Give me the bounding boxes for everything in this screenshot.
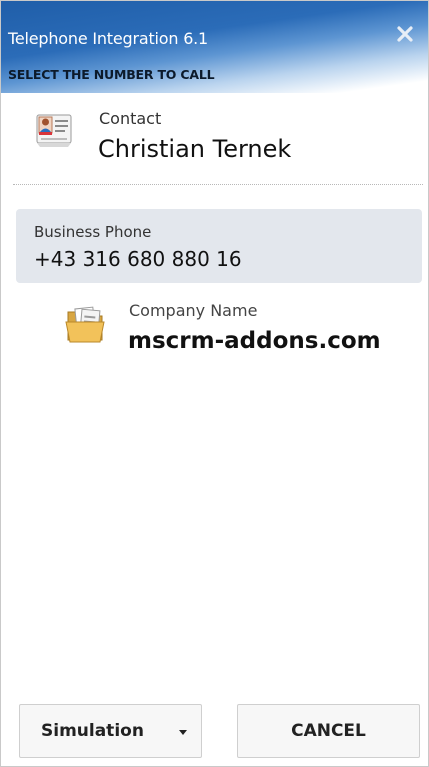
- company-label: Company Name: [129, 301, 258, 320]
- simulation-button-label: Simulation: [41, 721, 144, 741]
- cancel-button-label: CANCEL: [291, 721, 366, 741]
- dialog-subtitle: SELECT THE NUMBER TO CALL: [8, 67, 215, 82]
- dialog-header: Telephone Integration 6.1 SELECT THE NUM…: [1, 1, 428, 93]
- company-section: Company Name mscrm-addons.com: [1, 296, 428, 366]
- contact-label: Contact: [99, 109, 162, 128]
- cancel-button[interactable]: CANCEL: [237, 704, 420, 758]
- folder-icon: [65, 306, 105, 343]
- section-divider: [13, 184, 423, 185]
- contact-section: Contact Christian Ternek: [1, 101, 428, 181]
- contact-name: Christian Ternek: [98, 135, 292, 163]
- simulation-dropdown-button[interactable]: Simulation: [19, 704, 202, 758]
- window-title: Telephone Integration 6.1: [8, 29, 209, 48]
- close-icon[interactable]: [394, 23, 416, 45]
- business-phone-option[interactable]: Business Phone +43 316 680 880 16: [16, 209, 422, 283]
- chevron-down-icon: [179, 730, 187, 735]
- contact-card-icon: [36, 114, 72, 147]
- telephone-integration-dialog: Telephone Integration 6.1 SELECT THE NUM…: [0, 0, 429, 767]
- phone-label: Business Phone: [34, 223, 152, 241]
- company-name-value: mscrm-addons.com: [128, 328, 381, 354]
- phone-number: +43 316 680 880 16: [34, 247, 242, 271]
